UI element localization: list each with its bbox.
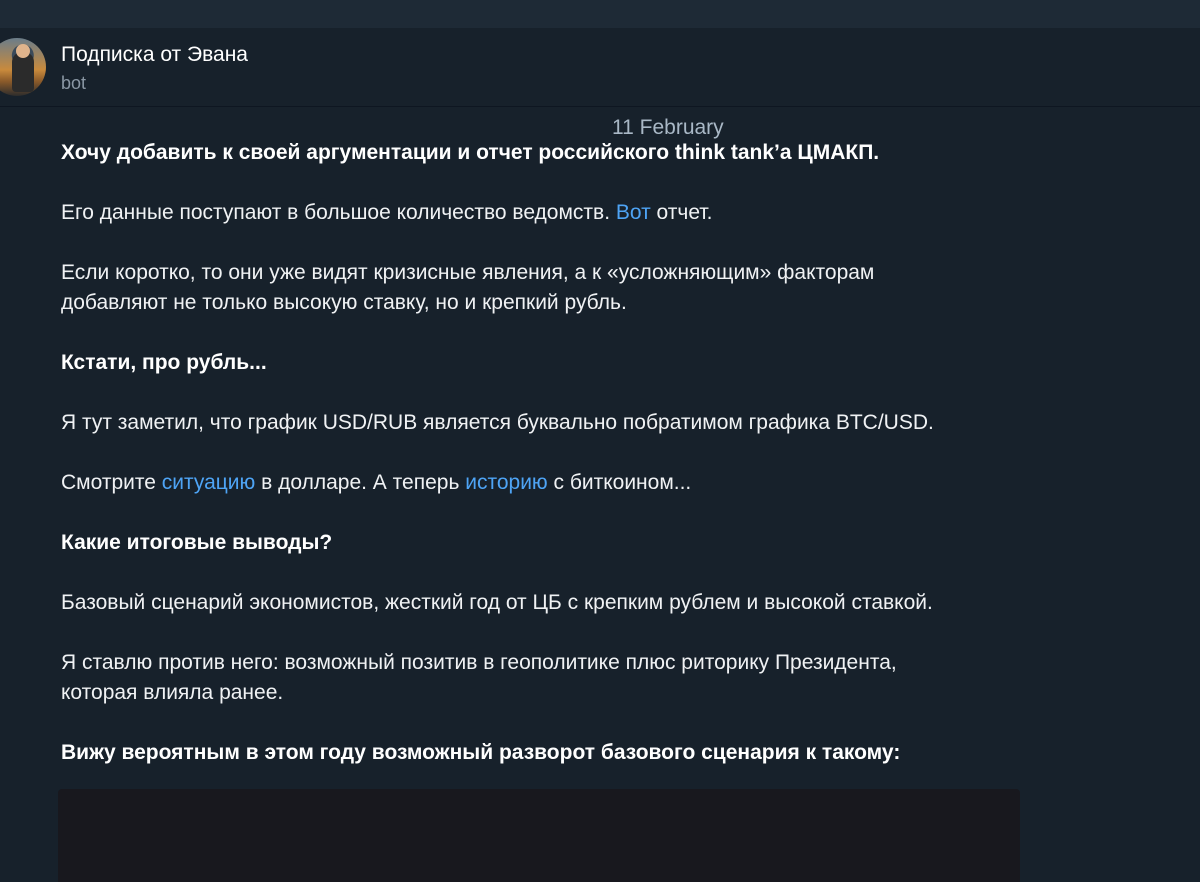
window-top-bar: [0, 0, 1200, 28]
chat-subtitle: bot: [61, 73, 87, 93]
bold-text: Кстати, про рубль...: [61, 351, 267, 374]
avatar-head: [16, 44, 30, 58]
text: Смотрите: [61, 471, 162, 494]
chat-title[interactable]: Подписка от Эвана: [61, 43, 248, 67]
bold-text: Вижу вероятным в этом году возможный раз…: [61, 741, 901, 764]
message-paragraph: Я ставлю против него: возможный позитив …: [61, 651, 897, 674]
message-paragraph: которая влияла ранее.: [61, 681, 284, 704]
message-paragraph: Его данные поступают в большое количеств…: [61, 198, 1141, 228]
text: отчет.: [650, 201, 713, 224]
avatar[interactable]: [0, 38, 46, 96]
message-paragraph: добавляют не только высокую ставку, но и…: [61, 291, 627, 314]
message-paragraph: Хочу добавить к своей аргументации и отч…: [61, 138, 1141, 168]
message-paragraph: Вижу вероятным в этом году возможный раз…: [61, 738, 1141, 768]
text: Его данные поступают в большое количеств…: [61, 201, 616, 224]
message-paragraph: Какие итоговые выводы?: [61, 528, 1141, 558]
report-link[interactable]: Вот: [616, 201, 651, 224]
text: с биткоином...: [547, 471, 692, 494]
bold-text: Хочу добавить к своей аргументации и отч…: [61, 141, 880, 164]
chat-header[interactable]: Подписка от Эвана bot: [0, 28, 1200, 107]
message-paragraph: Смотрите ситуацию в долларе. А теперь ис…: [61, 468, 1141, 498]
text: в долларе. А теперь: [255, 471, 466, 494]
message-paragraph: Я тут заметил, что график USD/RUB являет…: [61, 411, 934, 434]
bold-text: Какие итоговые выводы?: [61, 531, 333, 554]
message-paragraph: Кстати, про рубль...: [61, 348, 1141, 378]
message-paragraph: Если коротко, то они уже видят кризисные…: [61, 261, 875, 284]
media-attachment[interactable]: [58, 789, 1020, 882]
date-separator: 11 February: [612, 116, 724, 139]
history-link[interactable]: историю: [465, 471, 547, 494]
message-paragraph: Базовый сценарий экономистов, жесткий го…: [61, 591, 933, 614]
message-text: Хочу добавить к своей аргументации и отч…: [61, 138, 1141, 768]
avatar-figure: [12, 52, 34, 92]
situation-link[interactable]: ситуацию: [162, 471, 256, 494]
